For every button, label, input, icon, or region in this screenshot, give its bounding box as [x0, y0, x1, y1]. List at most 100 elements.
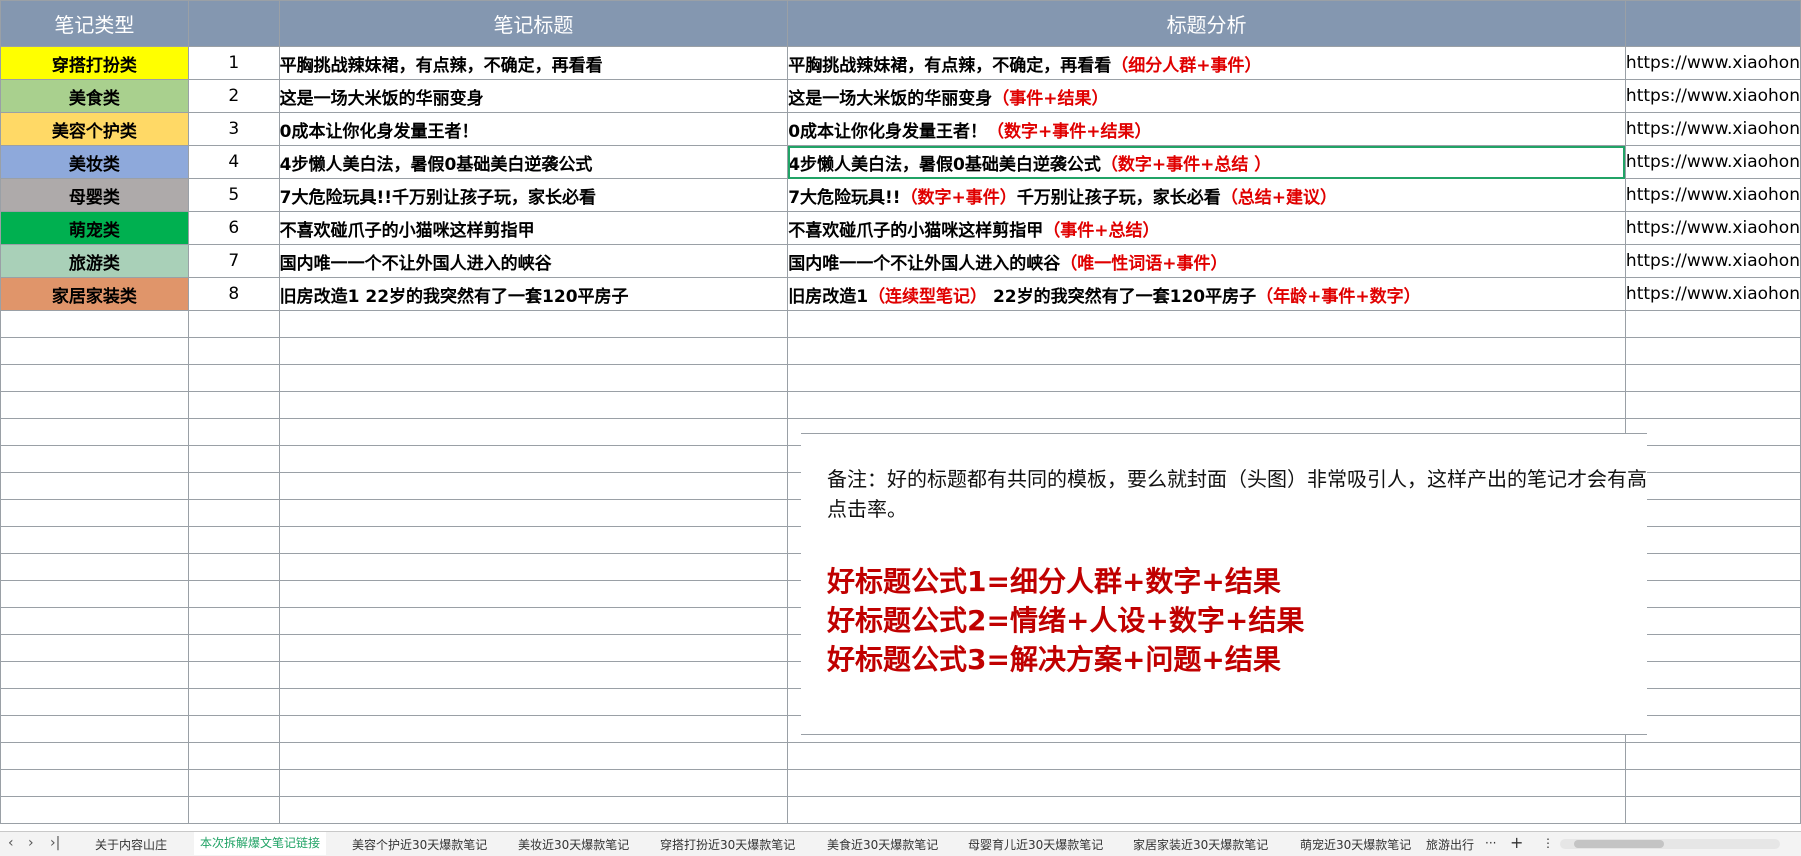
header-note-title[interactable]: 笔记标题: [278, 0, 789, 47]
empty-cell[interactable]: [0, 418, 189, 446]
empty-cell[interactable]: [1624, 310, 1801, 338]
sheet-tab[interactable]: 母婴育儿近30天爆款笔记: [968, 836, 1103, 853]
cell-title-analysis[interactable]: 国内唯一一个不让外国人进入的峡谷（唯一性词语+事件）: [787, 244, 1626, 278]
empty-cell[interactable]: [278, 553, 789, 581]
cell-note-type[interactable]: 穿搭打扮类: [0, 46, 189, 80]
sheet-tab[interactable]: 旅游出行: [1426, 836, 1474, 853]
empty-cell[interactable]: [187, 607, 280, 635]
next-sheet-icon[interactable]: ›: [28, 835, 34, 851]
empty-cell[interactable]: [1624, 364, 1801, 392]
cell-number[interactable]: 8: [187, 277, 280, 311]
header-number[interactable]: [187, 0, 280, 47]
horizontal-scrollbar[interactable]: [1560, 839, 1780, 849]
empty-cell[interactable]: [0, 553, 189, 581]
empty-cell[interactable]: [1624, 742, 1801, 770]
empty-cell[interactable]: [0, 661, 189, 689]
empty-cell[interactable]: [0, 607, 189, 635]
cell-title-analysis[interactable]: 旧房改造1（连续型笔记） 22岁的我突然有了一套120平房子（年龄+事件+数字）: [787, 277, 1626, 311]
empty-cell[interactable]: [0, 634, 189, 662]
empty-cell[interactable]: [187, 688, 280, 716]
cell-number[interactable]: 2: [187, 79, 280, 113]
empty-cell[interactable]: [1624, 445, 1801, 473]
cell-note-type[interactable]: 美容个护类: [0, 112, 189, 146]
cell-link[interactable]: https://www.xiaohon: [1624, 178, 1801, 212]
cell-note-title[interactable]: 旧房改造1 22岁的我突然有了一套120平房子: [278, 277, 789, 311]
header-title-analysis[interactable]: 标题分析: [787, 0, 1626, 47]
cell-number[interactable]: 5: [187, 178, 280, 212]
cell-note-type[interactable]: 美食类: [0, 79, 189, 113]
empty-cell[interactable]: [278, 769, 789, 797]
empty-cell[interactable]: [0, 337, 189, 365]
cell-note-type[interactable]: 旅游类: [0, 244, 189, 278]
empty-cell[interactable]: [187, 337, 280, 365]
cell-title-analysis[interactable]: 4步懒人美白法，暑假0基础美白逆袭公式（数字+事件+总结 ）: [787, 145, 1626, 179]
prev-sheet-icon[interactable]: ‹: [8, 835, 14, 851]
cell-note-title[interactable]: 7大危险玩具!!千万别让孩子玩，家长必看: [278, 178, 789, 212]
empty-cell[interactable]: [1624, 607, 1801, 635]
cell-title-analysis[interactable]: 平胸挑战辣妹裙，有点辣，不确定，再看看（细分人群+事件）: [787, 46, 1626, 80]
last-sheet-icon[interactable]: ›|: [50, 835, 60, 851]
empty-cell[interactable]: [187, 742, 280, 770]
cell-note-type[interactable]: 家居家装类: [0, 277, 189, 311]
scrollbar-thumb[interactable]: [1574, 840, 1664, 848]
cell-note-title[interactable]: 这是一场大米饭的华丽变身: [278, 79, 789, 113]
sheet-tab[interactable]: 关于内容山庄: [95, 836, 167, 853]
empty-cell[interactable]: [187, 391, 280, 419]
empty-cell[interactable]: [1624, 472, 1801, 500]
empty-cell[interactable]: [787, 391, 1626, 419]
empty-cell[interactable]: [187, 715, 280, 743]
cell-title-analysis[interactable]: 这是一场大米饭的华丽变身（事件+结果）: [787, 79, 1626, 113]
empty-cell[interactable]: [1624, 634, 1801, 662]
empty-cell[interactable]: [787, 337, 1626, 365]
cell-link[interactable]: https://www.xiaohon: [1624, 277, 1801, 311]
tab-split-icon[interactable]: ⋮: [1542, 836, 1554, 850]
empty-cell[interactable]: [0, 499, 189, 527]
empty-cell[interactable]: [187, 634, 280, 662]
empty-cell[interactable]: [0, 796, 189, 824]
empty-cell[interactable]: [1624, 553, 1801, 581]
empty-cell[interactable]: [0, 526, 189, 554]
empty-cell[interactable]: [278, 607, 789, 635]
cell-note-title[interactable]: 平胸挑战辣妹裙，有点辣，不确定，再看看: [278, 46, 789, 80]
sheet-tab[interactable]: 穿搭打扮近30天爆款笔记: [660, 836, 795, 853]
empty-cell[interactable]: [0, 580, 189, 608]
empty-cell[interactable]: [187, 418, 280, 446]
sheet-tab[interactable]: 本次拆解爆文笔记链接: [194, 832, 327, 855]
empty-cell[interactable]: [0, 769, 189, 797]
empty-cell[interactable]: [278, 445, 789, 473]
cell-link[interactable]: https://www.xiaohon: [1624, 79, 1801, 113]
sheet-tab[interactable]: 萌宠近30天爆款笔记: [1300, 836, 1411, 853]
empty-cell[interactable]: [1624, 688, 1801, 716]
empty-cell[interactable]: [787, 742, 1626, 770]
empty-cell[interactable]: [187, 796, 280, 824]
empty-cell[interactable]: [278, 526, 789, 554]
header-link[interactable]: [1624, 0, 1801, 47]
sheet-tab[interactable]: 美食近30天爆款笔记: [827, 836, 938, 853]
sheet-tab[interactable]: 美容个护近30天爆款笔记: [352, 836, 487, 853]
cell-link[interactable]: https://www.xiaohon: [1624, 145, 1801, 179]
empty-cell[interactable]: [187, 445, 280, 473]
empty-cell[interactable]: [787, 310, 1626, 338]
empty-cell[interactable]: [278, 742, 789, 770]
empty-cell[interactable]: [187, 661, 280, 689]
cell-link[interactable]: https://www.xiaohon: [1624, 244, 1801, 278]
add-sheet-icon[interactable]: +: [1510, 833, 1523, 852]
cell-link[interactable]: https://www.xiaohon: [1624, 46, 1801, 80]
cell-number[interactable]: 7: [187, 244, 280, 278]
empty-cell[interactable]: [787, 796, 1626, 824]
cell-note-type[interactable]: 美妆类: [0, 145, 189, 179]
empty-cell[interactable]: [278, 499, 789, 527]
empty-cell[interactable]: [187, 310, 280, 338]
empty-cell[interactable]: [1624, 769, 1801, 797]
cell-note-type[interactable]: 母婴类: [0, 178, 189, 212]
empty-cell[interactable]: [187, 364, 280, 392]
empty-cell[interactable]: [278, 337, 789, 365]
note-box[interactable]: 备注：好的标题都有共同的模板，要么就封面（头图）非常吸引人，这样产出的笔记才会有…: [801, 433, 1647, 735]
empty-cell[interactable]: [187, 472, 280, 500]
sheet-tab[interactable]: 家居家装近30天爆款笔记: [1133, 836, 1268, 853]
empty-cell[interactable]: [1624, 580, 1801, 608]
empty-cell[interactable]: [1624, 715, 1801, 743]
cell-note-title[interactable]: 国内唯一一个不让外国人进入的峡谷: [278, 244, 789, 278]
empty-cell[interactable]: [1624, 418, 1801, 446]
cell-title-analysis[interactable]: 0成本让你化身发量王者！（数字+事件+结果）: [787, 112, 1626, 146]
